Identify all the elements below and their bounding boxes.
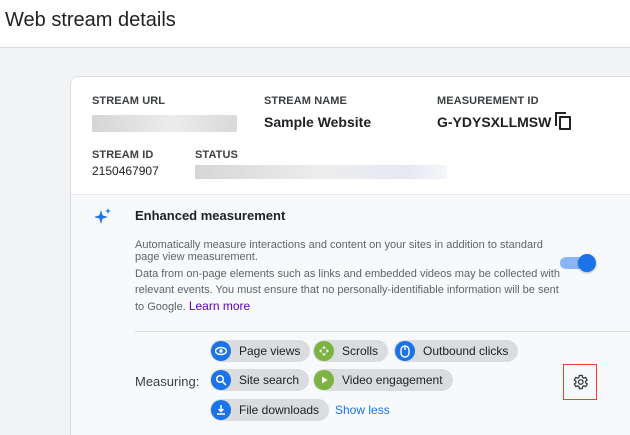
chip-scrolls: Scrolls [313, 340, 389, 362]
enhanced-measurement-title: Enhanced measurement [135, 208, 286, 223]
search-icon [211, 370, 231, 390]
stream-name-value: Sample Website [264, 114, 372, 130]
status-redacted [195, 165, 447, 179]
page-title: Web stream details [5, 9, 176, 31]
enhanced-measurement-disclaimer: Data from on-page elements such as links… [135, 266, 565, 315]
gear-icon [573, 374, 588, 390]
chip-video-engagement: Video engagement [313, 369, 453, 391]
mouse-icon [395, 341, 415, 361]
chip-site-search: Site search [210, 369, 310, 391]
play-icon [314, 370, 334, 390]
learn-more-link[interactable]: Learn more [189, 299, 250, 313]
copy-icon[interactable] [555, 112, 571, 130]
measuring-label: Measuring: [135, 374, 200, 389]
measurement-id-value: G-YDYSXLLMSW [437, 114, 552, 130]
show-less-link[interactable]: Show less [335, 403, 390, 417]
sparkle-icon [94, 208, 111, 224]
status-label: STATUS [195, 149, 238, 161]
chip-file-downloads: File downloads [210, 399, 330, 421]
scroll-icon [314, 341, 334, 361]
settings-button[interactable] [563, 364, 597, 400]
stream-id-value: 2150467907 [92, 164, 159, 178]
stream-details-card: STREAM URL STREAM NAME Sample Website ME… [70, 76, 630, 435]
stream-url-label: STREAM URL [92, 95, 166, 107]
section-divider [135, 331, 630, 332]
enhanced-measurement-toggle[interactable] [560, 254, 596, 272]
download-icon [211, 400, 231, 420]
stream-name-label: STREAM NAME [264, 95, 347, 107]
eye-icon [211, 341, 231, 361]
stream-url-redacted [92, 115, 237, 132]
chip-outbound-clicks: Outbound clicks [394, 340, 519, 362]
enhanced-measurement-description: Automatically measure interactions and c… [135, 239, 543, 263]
stream-id-label: STREAM ID [92, 149, 154, 161]
header-bar: Web stream details [0, 0, 630, 48]
chip-page-views: Page views [210, 340, 311, 362]
measurement-id-label: MEASUREMENT ID [437, 95, 539, 107]
